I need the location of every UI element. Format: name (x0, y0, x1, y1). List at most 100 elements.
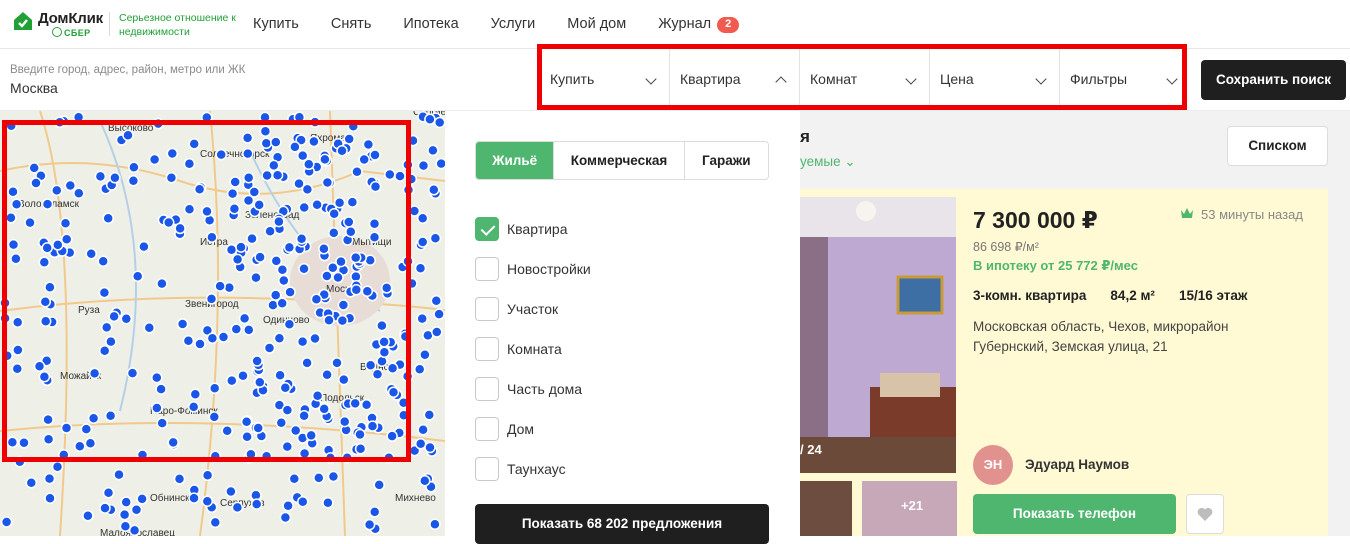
map-marker[interactable] (333, 196, 346, 209)
map-marker[interactable] (298, 410, 310, 422)
map-marker[interactable] (252, 422, 264, 434)
map-marker[interactable] (416, 236, 429, 248)
map-canvas[interactable]: ВысоковоСолнечногорскЯхромаСергиевВолоко… (0, 111, 445, 536)
map-marker[interactable] (301, 357, 313, 369)
map-marker[interactable] (419, 348, 431, 361)
map-marker[interactable] (152, 117, 164, 130)
map-marker[interactable] (259, 125, 272, 138)
map-marker[interactable] (368, 217, 381, 230)
map-marker[interactable] (105, 335, 117, 348)
checkbox[interactable] (475, 377, 499, 401)
map-marker[interactable] (310, 293, 323, 306)
map-marker[interactable] (11, 363, 24, 375)
map-marker[interactable] (369, 149, 381, 161)
map-marker[interactable] (270, 255, 283, 267)
map-marker[interactable] (336, 314, 349, 327)
map-marker[interactable] (309, 116, 321, 128)
map-marker[interactable] (346, 196, 359, 208)
filter-property-type[interactable]: Квартира (670, 45, 800, 108)
map-marker[interactable] (354, 428, 366, 441)
map-marker[interactable] (226, 374, 238, 387)
map-marker[interactable] (301, 183, 314, 196)
map-marker[interactable] (225, 485, 237, 498)
map-marker[interactable] (5, 212, 17, 224)
map-marker[interactable] (349, 397, 361, 410)
map-marker[interactable] (431, 326, 443, 338)
favorite-button[interactable] (1186, 494, 1224, 534)
type-option-land[interactable]: Участок (475, 289, 591, 329)
map-marker[interactable] (402, 255, 414, 267)
map-marker[interactable] (183, 157, 196, 170)
map-marker[interactable] (44, 492, 56, 505)
map-marker[interactable] (402, 158, 414, 171)
map-marker[interactable] (328, 207, 340, 220)
map-marker[interactable] (173, 473, 186, 485)
map-marker[interactable] (0, 297, 11, 309)
sort-dropdown[interactable]: уемые ⌄ (800, 154, 856, 170)
filter-price[interactable]: Цена (930, 45, 1060, 108)
map-marker[interactable] (0, 312, 11, 324)
map-marker[interactable] (206, 332, 219, 345)
map-marker[interactable] (350, 284, 363, 296)
map-marker[interactable] (208, 411, 221, 423)
map-marker[interactable] (279, 382, 292, 394)
map-marker[interactable] (371, 368, 384, 381)
map-marker[interactable] (364, 359, 377, 372)
checkbox[interactable] (475, 257, 499, 281)
map-marker[interactable] (38, 256, 51, 269)
map-marker[interactable] (120, 312, 133, 325)
map-marker[interactable] (335, 255, 347, 268)
map-marker[interactable] (332, 271, 344, 284)
map-marker[interactable] (368, 231, 381, 244)
map-marker[interactable] (162, 216, 175, 229)
map-marker[interactable] (269, 289, 282, 301)
map-marker[interactable] (241, 132, 254, 144)
map-marker[interactable] (245, 448, 257, 460)
map-marker[interactable] (281, 440, 294, 453)
search-input[interactable]: Москва (10, 80, 58, 96)
map-marker[interactable] (176, 318, 189, 330)
map-marker[interactable] (260, 450, 273, 463)
segment-residential[interactable]: Жильё (476, 142, 555, 179)
map-marker[interactable] (166, 147, 179, 160)
map-marker[interactable] (60, 422, 73, 434)
map[interactable]: ВысоковоСолнечногорскЯхромаСергиевВолоко… (0, 111, 445, 536)
map-marker[interactable] (281, 404, 294, 416)
map-marker[interactable] (429, 232, 442, 244)
map-marker[interactable] (378, 336, 390, 348)
map-marker[interactable] (25, 477, 38, 489)
checkbox-checked[interactable] (475, 217, 499, 241)
map-marker[interactable] (349, 251, 362, 264)
map-marker[interactable] (221, 425, 233, 437)
map-marker[interactable] (296, 335, 309, 348)
map-marker[interactable] (296, 149, 309, 162)
map-marker[interactable] (201, 111, 213, 124)
map-marker[interactable] (74, 440, 86, 453)
filter-more[interactable]: Фильтры (1060, 45, 1190, 108)
map-marker[interactable] (102, 212, 114, 224)
map-marker[interactable] (167, 436, 179, 449)
map-marker[interactable] (230, 323, 243, 335)
map-marker[interactable] (109, 172, 121, 184)
map-marker[interactable] (242, 171, 255, 184)
map-marker[interactable] (98, 344, 111, 357)
map-marker[interactable] (188, 138, 200, 150)
map-marker[interactable] (394, 170, 406, 182)
map-marker[interactable] (273, 215, 285, 228)
map-marker[interactable] (214, 280, 226, 292)
map-marker[interactable] (183, 203, 196, 216)
type-option-house-part[interactable]: Часть дома (475, 369, 591, 409)
map-marker[interactable] (231, 253, 244, 266)
map-marker[interactable] (44, 281, 56, 293)
map-marker[interactable] (104, 410, 117, 422)
map-marker[interactable] (433, 116, 445, 129)
map-marker[interactable] (289, 424, 302, 437)
map-marker[interactable] (97, 255, 109, 268)
listing-photo[interactable] (800, 197, 956, 473)
map-marker[interactable] (39, 295, 52, 308)
map-marker[interactable] (297, 495, 309, 508)
map-marker[interactable] (298, 447, 311, 460)
map-marker[interactable] (187, 401, 200, 413)
checkbox[interactable] (475, 457, 499, 481)
map-marker[interactable] (275, 417, 288, 429)
